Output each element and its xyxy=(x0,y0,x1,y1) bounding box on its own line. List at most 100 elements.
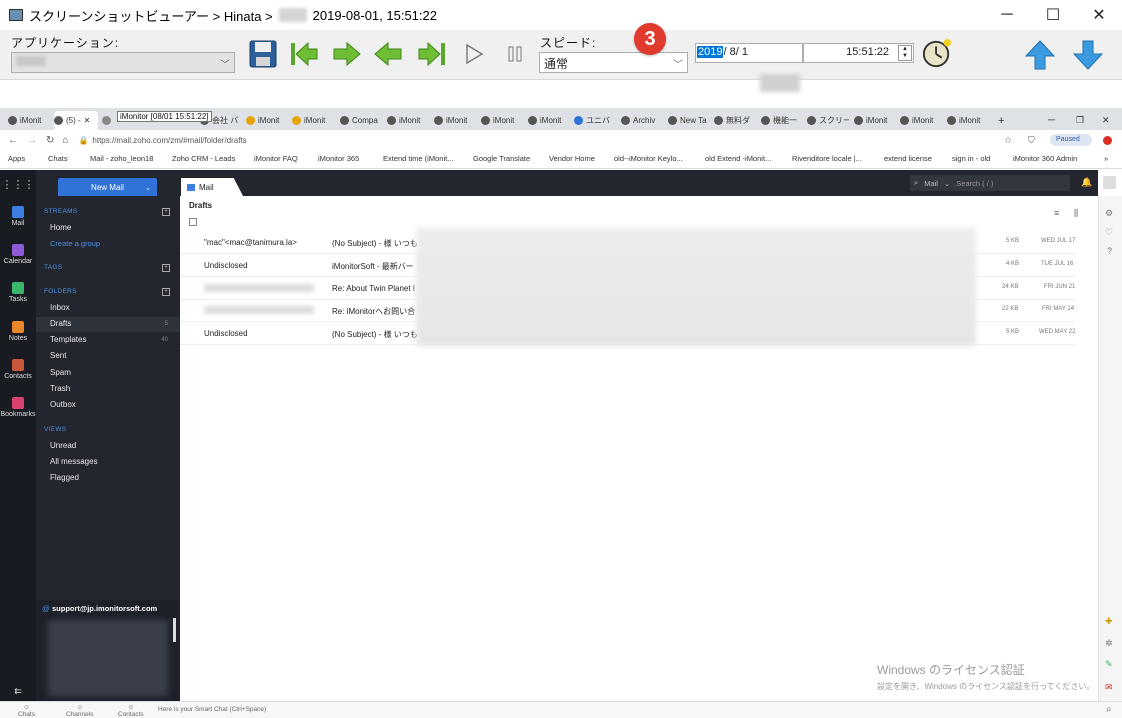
profile-paused-badge[interactable]: Paused xyxy=(1050,134,1092,146)
gear-small-icon[interactable]: ✲ xyxy=(1105,638,1113,649)
account-email[interactable]: support@jp.imonitorsoft.com xyxy=(52,604,157,613)
application-select[interactable]: ﹀ xyxy=(11,52,235,73)
browser-tab[interactable]: スクリー xyxy=(807,111,849,130)
clock-button[interactable] xyxy=(922,38,952,68)
rail-tasks[interactable]: Tasks xyxy=(0,282,36,303)
sidebar-item-sent[interactable]: Sent xyxy=(50,351,66,360)
prev-button[interactable] xyxy=(373,39,403,69)
add-tag-icon[interactable]: + xyxy=(162,264,170,272)
speed-select[interactable]: 通常 ﹀ xyxy=(539,52,688,73)
browser-restore-icon[interactable]: ❐ xyxy=(1076,111,1086,130)
bookmark-item[interactable]: Mail - zoho_leon18 xyxy=(90,154,153,163)
notification-bell-icon[interactable]: 🔔 xyxy=(1081,177,1092,188)
browser-tab[interactable]: Archiv xyxy=(621,111,663,130)
channels-tab[interactable]: ☺ Channels xyxy=(66,704,93,718)
browser-tab[interactable]: Compa xyxy=(340,111,382,130)
bookmark-item[interactable]: old--iMonitor Keylo... xyxy=(614,154,683,163)
tab-mail[interactable]: Mail xyxy=(181,178,243,196)
search-input[interactable]: ⌕ Mail ⌄ Search ( / ) xyxy=(910,175,1070,191)
time-spinner[interactable]: ▲ ▼ xyxy=(898,45,912,61)
play-button[interactable] xyxy=(459,39,489,69)
url-field[interactable]: https://mail.zoho.com/zm/#mail/folder/dr… xyxy=(92,136,246,145)
sidebar-item-unread[interactable]: Unread xyxy=(50,441,76,450)
minimize-button[interactable]: ─ xyxy=(984,0,1030,30)
pause-button[interactable] xyxy=(500,39,530,69)
close-button[interactable]: ✕ xyxy=(1076,0,1122,30)
help-icon[interactable]: ? xyxy=(1107,246,1112,256)
scroll-up-button[interactable] xyxy=(1023,38,1057,72)
bookmark-apps[interactable]: Apps xyxy=(8,154,25,163)
new-tab-button[interactable]: + xyxy=(998,111,1012,130)
reload-icon[interactable]: ↻ xyxy=(46,135,54,146)
browser-tab[interactable]: ユニバ xyxy=(574,111,616,130)
date-picker[interactable]: 2019/ 8/ 1 xyxy=(695,43,803,63)
browser-tab[interactable]: iMonit xyxy=(8,111,48,130)
shield-icon[interactable]: ⛉ xyxy=(1028,135,1035,146)
feedback-icon[interactable]: ✉ xyxy=(1105,682,1113,693)
scrollbar[interactable] xyxy=(173,618,176,642)
smart-chat-input[interactable]: Here is your Smart Chat (Ctrl+Space) xyxy=(158,706,266,713)
avatar[interactable] xyxy=(1103,176,1116,189)
contacts-tab[interactable]: ☺ Contacts xyxy=(118,704,144,718)
sidebar-item-flagged[interactable]: Flagged xyxy=(50,473,79,482)
bookmark-item[interactable]: old Extend -iMonit... xyxy=(705,154,771,163)
create-group-link[interactable]: Create a group xyxy=(50,239,100,248)
bookmark-item[interactable]: Zoho CRM - Leads xyxy=(172,154,235,163)
browser-tab[interactable]: iMonit xyxy=(528,111,570,130)
add-stream-icon[interactable]: + xyxy=(162,208,170,216)
browser-tab[interactable]: iMonit xyxy=(292,111,334,130)
bookmark-item[interactable]: sign in - old xyxy=(952,154,990,163)
bookmark-item[interactable]: Extend time (iMonit... xyxy=(383,154,453,163)
browser-close-icon[interactable]: ✕ xyxy=(1102,111,1112,130)
add-folder-icon[interactable]: + xyxy=(162,288,170,296)
browser-tab[interactable]: 機能一 xyxy=(761,111,803,130)
app-grid-icon[interactable]: ⋮⋮⋮ xyxy=(0,178,36,191)
bookmark-item[interactable]: iMonitor 360 Admin xyxy=(1013,154,1077,163)
browser-tab[interactable]: New Ta xyxy=(668,111,710,130)
rail-notes[interactable]: Notes xyxy=(0,321,36,342)
browser-tab[interactable]: iMonit xyxy=(246,111,288,130)
browser-tab[interactable]: 無料ダ xyxy=(714,111,756,130)
bookmark-item[interactable]: iMonitor FAQ xyxy=(254,154,298,163)
bookmark-item[interactable]: Rivenditore locale |... xyxy=(792,154,862,163)
bookmarks-overflow-icon[interactable]: » xyxy=(1104,154,1108,163)
bookmark-item[interactable]: Vendor Home xyxy=(549,154,595,163)
browser-tab[interactable]: iMonit xyxy=(854,111,896,130)
browser-tab[interactable]: iMonit xyxy=(434,111,476,130)
sidebar-item-trash[interactable]: Trash xyxy=(50,384,70,393)
first-button[interactable] xyxy=(289,39,319,69)
search-icon[interactable]: ⌕ xyxy=(1106,704,1112,715)
browser-tab[interactable]: iMonit xyxy=(387,111,429,130)
time-picker[interactable]: 15:51:22 ▲ ▼ xyxy=(803,43,914,63)
pin-icon[interactable]: ✎ xyxy=(1105,659,1113,670)
rail-calendar[interactable]: Calendar xyxy=(0,244,36,265)
sidebar-item-spam[interactable]: Spam xyxy=(50,368,71,377)
collapse-icon[interactable]: ⇇ xyxy=(0,686,36,697)
sidebar-item-inbox[interactable]: Inbox xyxy=(50,303,70,312)
extension-icon[interactable] xyxy=(1103,135,1112,145)
settings-icon[interactable]: ⚙ xyxy=(1105,208,1113,219)
columns-icon[interactable]: ⫼ xyxy=(1074,208,1078,219)
rail-mail[interactable]: Mail xyxy=(0,206,36,227)
sidebar-item-drafts[interactable]: Drafts xyxy=(50,319,71,328)
chats-tab[interactable]: ☺ Chats xyxy=(18,704,35,718)
bookmark-item[interactable]: iMonitor 365 xyxy=(318,154,359,163)
scroll-down-button[interactable] xyxy=(1071,38,1105,72)
next-button[interactable] xyxy=(332,39,362,69)
new-mail-button[interactable]: New Mail ⌄ xyxy=(58,178,157,197)
save-button[interactable] xyxy=(248,39,278,69)
bookmark-item[interactable]: extend license xyxy=(884,154,932,163)
bookmark-item[interactable]: Chats xyxy=(48,154,68,163)
list-view-icon[interactable]: ≡ xyxy=(1054,208,1059,218)
browser-tab[interactable]: iMonit xyxy=(481,111,523,130)
browser-minimize-icon[interactable]: ─ xyxy=(1048,111,1058,130)
rail-bookmarks[interactable]: Bookmarks xyxy=(0,397,36,418)
home-icon[interactable]: ⌂ xyxy=(62,135,68,146)
browser-tab[interactable]: (5) - ✕ xyxy=(54,111,98,130)
forward-icon[interactable]: → xyxy=(27,135,37,146)
sidebar-item-home[interactable]: Home xyxy=(50,223,71,232)
maximize-button[interactable]: ☐ xyxy=(1030,0,1076,30)
note-add-icon[interactable]: ✚ xyxy=(1105,616,1113,627)
select-all-checkbox[interactable] xyxy=(189,218,197,226)
browser-tab[interactable]: iMonit xyxy=(900,111,942,130)
